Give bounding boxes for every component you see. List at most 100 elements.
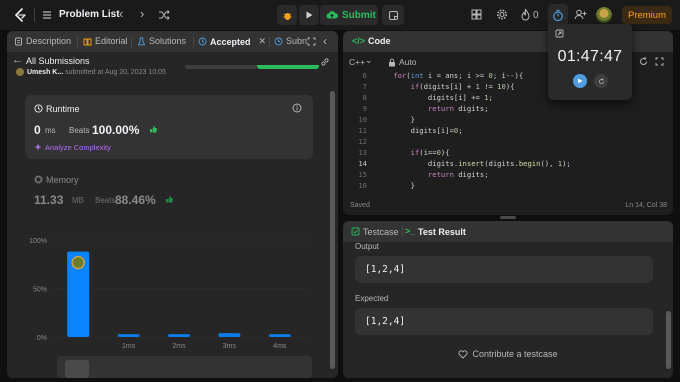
share-link-icon[interactable] xyxy=(320,57,330,67)
code-line[interactable]: 16 } xyxy=(343,181,673,189)
code-line[interactable]: 15 return digits; xyxy=(343,170,673,181)
submit-label: Submit xyxy=(342,9,376,21)
solution-button-edge[interactable] xyxy=(257,65,319,69)
scrollbar-thumb[interactable] xyxy=(330,91,335,369)
expected-value: [1,2,4] xyxy=(355,308,653,335)
runtime-card[interactable]: Runtime 0 ms Beats 100.00% Analyze Compl… xyxy=(25,95,313,159)
contribute-label: Contribute a testcase xyxy=(472,349,558,359)
auto-mode-label[interactable]: Auto xyxy=(399,57,417,67)
submit-button[interactable]: Submit xyxy=(320,5,378,25)
code-line[interactable]: 11 digits[i]=0; xyxy=(343,126,673,137)
divider xyxy=(193,37,194,47)
clock-icon xyxy=(274,37,283,45)
maximize-icon[interactable] xyxy=(307,37,316,46)
run-button[interactable] xyxy=(299,5,319,25)
streak-count: 0 xyxy=(533,10,539,21)
runtime-value: 0 xyxy=(34,123,41,137)
runtime-beats-label: Beats xyxy=(69,126,90,135)
document-icon xyxy=(15,37,22,45)
user-avatar[interactable] xyxy=(596,7,612,23)
back-arrow-icon[interactable]: ← xyxy=(12,54,23,66)
flame-icon[interactable] xyxy=(520,8,531,21)
cloud-upload-icon xyxy=(326,11,338,19)
chip-icon xyxy=(34,175,43,184)
notes-button[interactable] xyxy=(382,5,404,25)
sparkle-icon xyxy=(34,143,42,151)
code-line[interactable]: 12 xyxy=(343,137,673,148)
list-icon[interactable] xyxy=(42,10,52,20)
code-text: digits[i]=0; xyxy=(376,126,463,135)
panel-resize-handle[interactable] xyxy=(500,216,516,219)
memory-card[interactable]: Memory 11.33 MB Beats 88.46% xyxy=(25,169,313,209)
code-line[interactable]: 14 digits.insert(digits.begin(), 1); xyxy=(343,159,673,170)
code-line[interactable]: 9 return digits; xyxy=(343,104,673,115)
next-problem-icon[interactable]: › xyxy=(140,7,144,20)
left-scrollbar[interactable] xyxy=(330,91,335,376)
close-tab-icon[interactable]: ✕ xyxy=(259,36,267,47)
analyze-complexity-link[interactable]: Analyze Complexity xyxy=(45,143,111,152)
info-icon[interactable] xyxy=(292,103,302,113)
x-tick-label: 2ms xyxy=(172,343,186,350)
debug-button[interactable] xyxy=(277,5,297,25)
shuffle-icon[interactable] xyxy=(158,9,170,21)
code-text: if(digits[i] + 1 != 10){ xyxy=(410,82,515,91)
code-text: } xyxy=(376,181,415,189)
fullscreen-icon[interactable] xyxy=(655,57,664,66)
leetcode-logo-icon[interactable] xyxy=(13,8,27,22)
memory-beats-value: 88.46% xyxy=(115,193,156,207)
reset-code-icon[interactable] xyxy=(639,57,648,66)
line-number: 13 xyxy=(358,148,367,157)
tab-testcase[interactable]: Testcase xyxy=(363,227,399,237)
layout-icon[interactable] xyxy=(471,8,482,21)
code-icon: </> xyxy=(352,36,366,46)
runtime-distribution-chart: 100% 50% 0% 1ms 2ms 3ms 4ms xyxy=(29,238,307,350)
tab-solutions[interactable]: Solutions xyxy=(137,36,186,46)
tab-test-result[interactable]: Test Result xyxy=(418,227,466,237)
tab-accepted[interactable]: Accepted ✕ xyxy=(198,36,266,47)
code-text: if(i==0){ xyxy=(410,148,450,157)
tab-description[interactable]: Description xyxy=(14,36,71,46)
divider xyxy=(269,37,270,47)
prev-problem-icon[interactable]: ‹ xyxy=(119,7,123,20)
code-line[interactable]: 10 } xyxy=(343,115,673,126)
contribute-testcase-link[interactable]: Contribute a testcase xyxy=(343,349,673,359)
tab-editorial[interactable]: Editorial xyxy=(83,36,128,46)
chart-bar xyxy=(218,333,241,337)
expand-icon[interactable] xyxy=(555,29,564,38)
tab-label: Accepted xyxy=(210,36,251,47)
timer-button[interactable] xyxy=(548,4,568,26)
chart-range-slider[interactable] xyxy=(57,356,312,378)
thumbs-icon xyxy=(150,126,157,133)
slider-thumb[interactable] xyxy=(65,360,89,378)
premium-button[interactable]: Premium xyxy=(622,6,672,24)
terminal-icon: >_ xyxy=(405,226,416,236)
divider xyxy=(77,37,78,47)
result-scrollbar[interactable] xyxy=(666,311,671,369)
runtime-unit: ms xyxy=(45,126,56,135)
book-icon xyxy=(83,38,92,45)
timer-display: 01:47:47 xyxy=(557,48,623,65)
timer-play-button[interactable] xyxy=(573,74,587,88)
left-tab-bar: Description Editorial Solutions Accepted… xyxy=(7,31,338,52)
timer-reset-button[interactable] xyxy=(594,74,608,88)
problem-list-link[interactable]: Problem List xyxy=(59,9,120,20)
tab-submissions[interactable]: Subn xyxy=(274,36,307,46)
runtime-beats-value: 100.00% xyxy=(92,123,140,137)
y-tick-label: 0% xyxy=(37,335,47,342)
lock-icon xyxy=(389,58,395,67)
add-friend-icon[interactable] xyxy=(574,8,587,21)
language-select[interactable]: C++ xyxy=(349,57,365,67)
gear-icon[interactable] xyxy=(496,8,508,21)
collapse-panel-icon[interactable]: ‹ xyxy=(323,34,327,48)
author-name[interactable]: Umesh K... xyxy=(27,69,63,76)
editorial-button-edge[interactable] xyxy=(185,65,257,69)
chevron-down-icon[interactable]: ⌄ xyxy=(365,55,373,66)
line-number: 7 xyxy=(362,82,367,91)
all-submissions-link[interactable]: All Submissions xyxy=(26,56,90,66)
code-line[interactable]: 13 if(i==0){ xyxy=(343,148,673,159)
submission-header: ← All Submissions xyxy=(7,53,338,69)
bar-avatar-icon xyxy=(71,255,85,270)
code-text: return digits; xyxy=(427,104,489,113)
timer-popup: 01:47:47 xyxy=(548,24,632,100)
test-result-panel: Testcase >_ Test Result Output [1,2,4] E… xyxy=(343,221,673,378)
